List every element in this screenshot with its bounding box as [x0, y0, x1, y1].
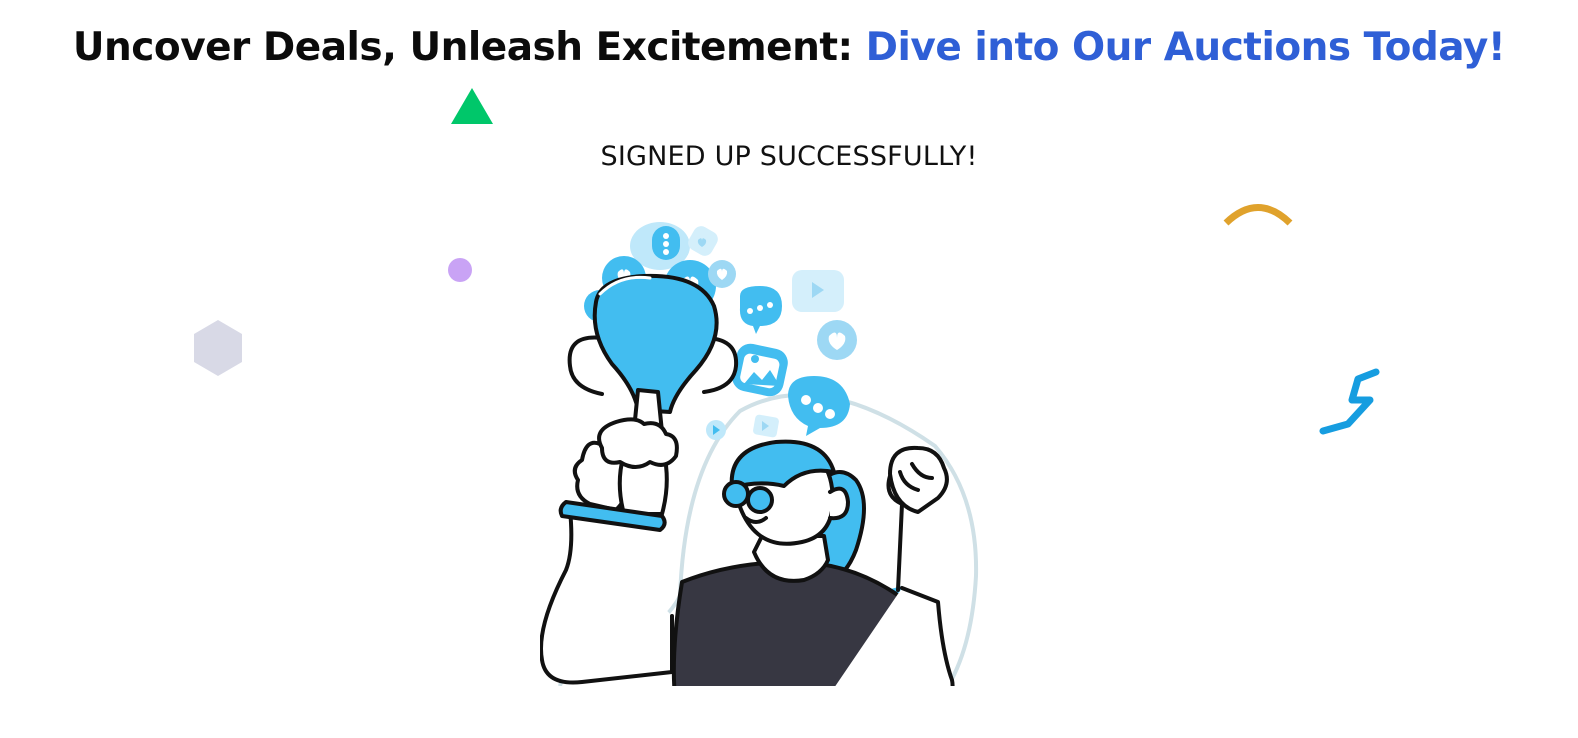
triangle-decoration-icon	[451, 88, 493, 124]
arc-decoration-icon	[1223, 204, 1293, 226]
zigzag-decoration-icon	[1319, 368, 1380, 435]
hero-headline: Uncover Deals, Unleash Excitement: Dive …	[0, 26, 1578, 70]
hero-headline-accent: Dive into Our Auctions Today!	[865, 25, 1506, 71]
hero-headline-part1: Uncover Deals, Unleash Excitement:	[72, 25, 866, 71]
hexagon-decoration-icon	[194, 320, 242, 376]
circle-decoration-icon	[448, 258, 472, 282]
trophy-celebration-icon	[540, 222, 979, 686]
signup-success-message: SIGNED UP SUCCESSFULLY!	[600, 141, 978, 172]
person-figure	[540, 430, 955, 686]
